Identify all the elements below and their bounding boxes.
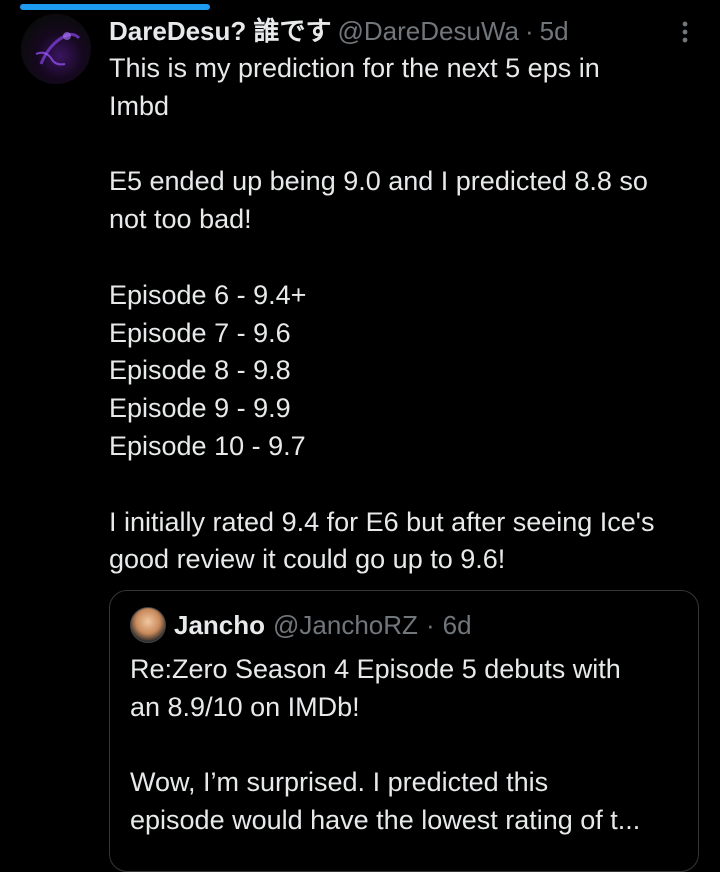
tweet-text-line: not too bad! [109,204,252,235]
tweet[interactable]: DareDesu? 誰です @DareDesuWa · 5d This is m… [109,12,699,579]
tweet-text-paragraph: I initially rated 9.4 for E6 but after s… [109,504,699,580]
quoted-text-paragraph: Wow, I’m surprised. I predicted this epis… [130,764,690,840]
quoted-tweet[interactable]: Jancho @JanchoRZ · 6d Re:Zero Season 4 E… [109,590,699,872]
quoted-author-name[interactable]: Jancho [174,606,265,644]
tweet-text-line: Episode 10 - 9.7 [109,430,306,461]
more-vertical-icon[interactable] [675,20,695,44]
quoted-text-line: Re:Zero Season 4 Episode 5 debuts with [130,654,621,684]
quoted-tweet-header: Jancho @JanchoRZ · 6d [130,606,472,644]
tweet-text-line: Episode 9 - 9.9 [109,393,291,424]
loading-progress-bar [20,4,210,10]
tweet-text-line: Episode 7 - 9.6 [109,317,291,348]
quoted-timestamp[interactable]: 6d [443,606,472,644]
quoted-user-avatar[interactable] [130,607,166,643]
quoted-text-line: Wow, I’m surprised. I predicted this [130,767,549,798]
tweet-text: This is my prediction for the next 5 eps… [109,50,699,579]
author-name[interactable]: DareDesu? 誰です [109,12,332,50]
tweet-text-line: Episode 6 - 9.4+ [109,279,307,310]
quoted-text-paragraph: Re:Zero Season 4 Episode 5 debuts with an… [130,651,690,727]
tweet-text-paragraph: Episode 6 - 9.4+ Episode 7 - 9.6 Episode 8… [109,277,699,466]
tweet-text-line: E5 ended up being 9.0 and I predicted 8.… [109,166,648,197]
tweet-text-paragraph: This is my prediction for the next 5 eps… [109,50,699,126]
quoted-text-line: episode would have the lowest rating of … [130,805,641,836]
author-handle[interactable]: @DareDesuWa [338,12,519,50]
tweet-text-line: Imbd [109,90,170,121]
tweet-text-paragraph: E5 ended up being 9.0 and I predicted 8.… [109,163,699,239]
quoted-text-line: an 8.9/10 on IMDb! [130,691,360,722]
quoted-tweet-text: Re:Zero Season 4 Episode 5 debuts with an… [130,651,690,840]
quoted-separator-dot: · [425,610,435,640]
timestamp[interactable]: 5d [540,12,569,50]
tweet-text-line: I initially rated 9.4 for E6 but after s… [109,506,655,537]
tweet-text-line: good review it could go up to 9.6! [109,544,506,575]
user-avatar[interactable] [21,14,91,84]
tweet-text-line: This is my prediction for the next 5 eps… [109,53,600,83]
tweet-header: DareDesu? 誰です @DareDesuWa · 5d [109,12,699,50]
quoted-author-handle[interactable]: @JanchoRZ [273,606,418,644]
tweet-text-line: Episode 8 - 9.8 [109,355,291,386]
separator-dot: · [524,16,534,46]
